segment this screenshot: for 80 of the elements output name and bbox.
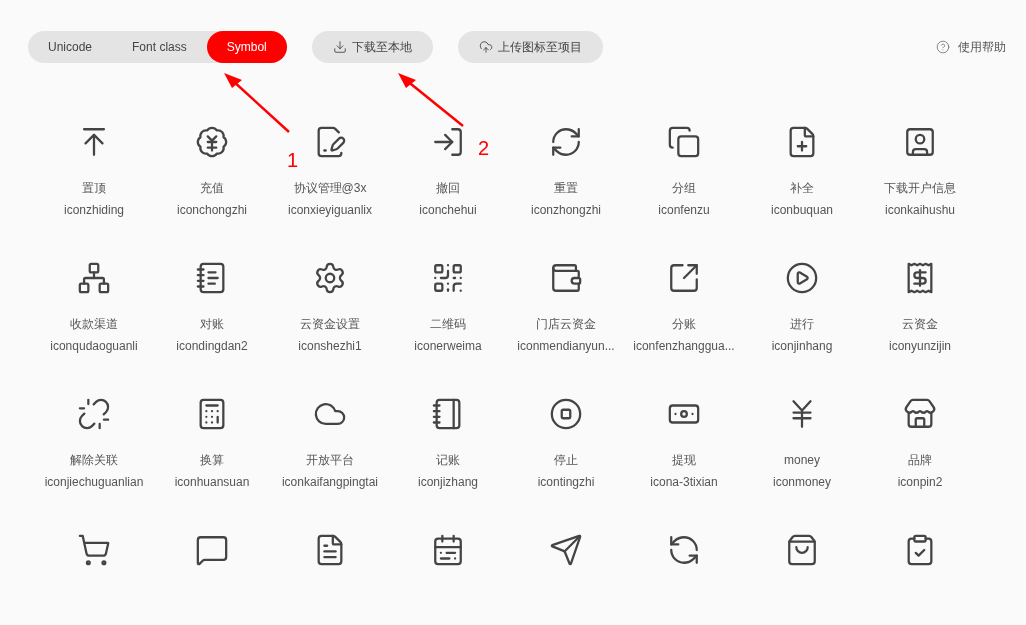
- help-icon: [936, 40, 950, 54]
- network-icon[interactable]: [77, 261, 111, 295]
- icon-name: 对账: [200, 316, 224, 332]
- send-icon[interactable]: [549, 533, 583, 567]
- icon-name: 重置: [554, 180, 578, 196]
- share-box-icon[interactable]: [667, 261, 701, 295]
- message-icon[interactable]: [195, 533, 229, 567]
- icon-name: 进行: [790, 316, 814, 332]
- stop-circle-icon[interactable]: [549, 397, 583, 431]
- icon-name: 提现: [672, 452, 696, 468]
- icon-code: iconfenzhanggua...: [633, 338, 735, 354]
- icon-code: iconshezhi1: [298, 338, 362, 354]
- upload-button[interactable]: 上传图标至项目: [457, 31, 603, 63]
- icon-name: 分账: [672, 316, 696, 332]
- icon-code: iconmoney: [773, 474, 831, 490]
- icon-code: iconfenzu: [658, 202, 710, 218]
- cart-icon[interactable]: [77, 533, 111, 567]
- icon-code: iconqudaoguanli: [50, 338, 138, 354]
- icon-name: 停止: [554, 452, 578, 468]
- icon-code: iconzhiding: [63, 202, 124, 218]
- icon-code: iconerweima: [414, 338, 482, 354]
- icon-name: 换算: [200, 452, 224, 468]
- icon-name: 记账: [436, 452, 460, 468]
- annotation-arrow: [396, 72, 466, 128]
- wallet-icon[interactable]: [549, 261, 583, 295]
- icon-name: 开放平台: [306, 452, 354, 468]
- icon-code: iconxieyiguanlix: [287, 202, 372, 218]
- icon-code: iconkaifangpingtai: [281, 474, 379, 490]
- bag-icon[interactable]: [785, 533, 819, 567]
- download-button[interactable]: 下载至本地: [311, 31, 433, 63]
- icon-code: iconjinhang: [771, 338, 833, 354]
- store-icon[interactable]: [903, 397, 937, 431]
- icon-name: 云资金设置: [300, 316, 360, 332]
- icon-name: 补全: [790, 180, 814, 196]
- icon-code: iconyunzijin: [888, 338, 951, 354]
- icon-name: 置顶: [82, 180, 106, 196]
- yen-badge-icon[interactable]: [195, 125, 229, 159]
- icon-code: iconchongzhi: [176, 202, 248, 218]
- annotation-arrow: [222, 72, 292, 134]
- icon-name: 门店云资金: [536, 316, 596, 332]
- format-tab[interactable]: Unicode: [28, 31, 113, 63]
- icon-name: 云资金: [902, 316, 938, 332]
- user-card-icon[interactable]: [903, 125, 937, 159]
- icon-name: 二维码: [430, 316, 466, 332]
- icon-code: iconpin2: [897, 474, 943, 490]
- annotation-number: 1: [287, 148, 299, 173]
- broken-link-icon[interactable]: [77, 397, 111, 431]
- icon-name: 协议管理@3x: [293, 180, 367, 196]
- annotation-number: 2: [478, 136, 490, 161]
- icon-code: icona-3tixian: [650, 474, 718, 490]
- format-tab[interactable]: Font class: [112, 31, 207, 63]
- exchange-icon[interactable]: [667, 533, 701, 567]
- icon-name: 品牌: [908, 452, 932, 468]
- icon-code: iconkaihushu: [884, 202, 956, 218]
- icon-code: iconzhongzhi: [530, 202, 602, 218]
- refresh-icon[interactable]: [549, 125, 583, 159]
- icon-code: iconchehui: [419, 202, 477, 218]
- icon-name: 收款渠道: [70, 316, 118, 332]
- format-tab[interactable]: Symbol: [206, 31, 287, 63]
- download-icon: [332, 40, 347, 54]
- icon-code: icondingdan2: [176, 338, 248, 354]
- settings-icon[interactable]: [313, 261, 347, 295]
- icon-code: icontingzhi: [537, 474, 595, 490]
- icon-code: iconhuansuan: [174, 474, 250, 490]
- qr-code-icon[interactable]: [431, 261, 465, 295]
- icon-code: iconjiechuguanlian: [44, 474, 144, 490]
- icon-name: 下载开户信息: [884, 180, 956, 196]
- icon-name: money: [784, 452, 820, 468]
- help-link[interactable]: 使用帮助: [958, 38, 1006, 56]
- upload-cloud-icon: [478, 40, 493, 54]
- stacked-squares-icon[interactable]: [667, 125, 701, 159]
- icon-code: iconbuquan: [770, 202, 834, 218]
- icon-name: 分组: [672, 180, 696, 196]
- play-circle-icon[interactable]: [785, 261, 819, 295]
- calendar-icon[interactable]: [431, 533, 465, 567]
- icon-name: 解除关联: [70, 452, 118, 468]
- icon-code: iconmendianyun...: [517, 338, 615, 354]
- icon-name: 充值: [200, 180, 224, 196]
- icon-name: 撤回: [436, 180, 460, 196]
- icon-code: iconjizhang: [417, 474, 478, 490]
